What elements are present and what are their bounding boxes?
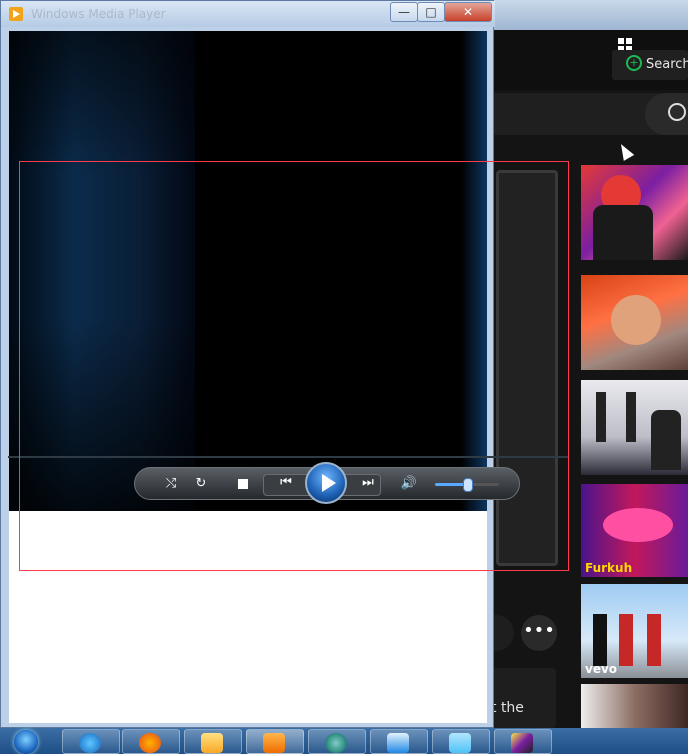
thumbnail-5[interactable]: vevo [581, 584, 688, 678]
media-player-empty-area [9, 511, 487, 723]
playback-controls: ⤭ ↻ ⏮ ⏭ 🔊 [134, 462, 520, 504]
taskbar-app-film[interactable] [494, 729, 552, 754]
video-right-gradient [461, 31, 487, 511]
media-player-window: Windows Media Player — □ ✕ [0, 0, 495, 728]
mouse-cursor-icon [615, 141, 635, 161]
green-app-icon [325, 733, 347, 753]
blue-app-icon [387, 733, 409, 753]
thumbnail-3[interactable] [581, 380, 688, 475]
start-button[interactable] [6, 728, 46, 754]
taskbar [0, 728, 688, 754]
video-display[interactable] [9, 31, 487, 511]
taskbar-file-explorer[interactable] [184, 729, 242, 754]
windows-logo-icon [14, 730, 38, 754]
internet-explorer-icon [79, 733, 101, 753]
add-search-icon[interactable]: + [626, 55, 642, 71]
film-app-icon [511, 733, 533, 753]
taskbar-media-player[interactable] [246, 729, 304, 754]
folder-icon [201, 733, 223, 753]
caption-card [490, 668, 556, 728]
search-label: Search [646, 57, 688, 72]
taskbar-app-blue-2[interactable] [432, 729, 490, 754]
more-options-button[interactable]: ••• [521, 615, 557, 651]
firefox-icon [139, 733, 161, 753]
thumbnail-2[interactable] [581, 275, 688, 370]
volume-slider-thumb[interactable] [463, 478, 473, 492]
repeat-button[interactable]: ↻ [191, 474, 211, 494]
video-preview-card[interactable] [496, 170, 558, 566]
media-player-app-icon [9, 7, 23, 21]
taskbar-firefox[interactable] [122, 729, 180, 754]
previous-button[interactable]: ⏮ [267, 473, 305, 493]
close-button[interactable]: ✕ [444, 2, 492, 22]
play-button[interactable] [305, 462, 347, 504]
media-player-titlebar[interactable]: Windows Media Player — □ ✕ [1, 1, 495, 27]
media-player-title: Windows Media Player [31, 7, 166, 21]
thumbnail-4[interactable]: Furkuh [581, 484, 688, 577]
seek-bar[interactable] [8, 456, 568, 458]
media-player-icon [263, 733, 285, 753]
light-blue-app-icon [449, 733, 471, 753]
next-button[interactable]: ⏭ [349, 473, 387, 493]
thumbnail-6[interactable] [581, 684, 688, 728]
caption-text: t the [491, 700, 524, 716]
taskbar-internet-explorer[interactable] [62, 729, 120, 754]
stop-button[interactable] [233, 474, 253, 494]
thumbnail-4-title: Furkuh [585, 561, 633, 575]
thumbnail-5-title: vevo [585, 662, 618, 676]
taskbar-app-blue-1[interactable] [370, 729, 428, 754]
minimize-button[interactable]: — [390, 2, 418, 22]
volume-icon[interactable]: 🔊 [399, 474, 419, 494]
video-left-shading [9, 31, 195, 511]
maximize-button[interactable]: □ [417, 2, 445, 22]
thumbnail-1[interactable] [581, 165, 688, 260]
shuffle-button[interactable]: ⤭ [161, 474, 181, 494]
taskbar-app-green[interactable] [308, 729, 366, 754]
magnifier-icon [668, 103, 686, 121]
